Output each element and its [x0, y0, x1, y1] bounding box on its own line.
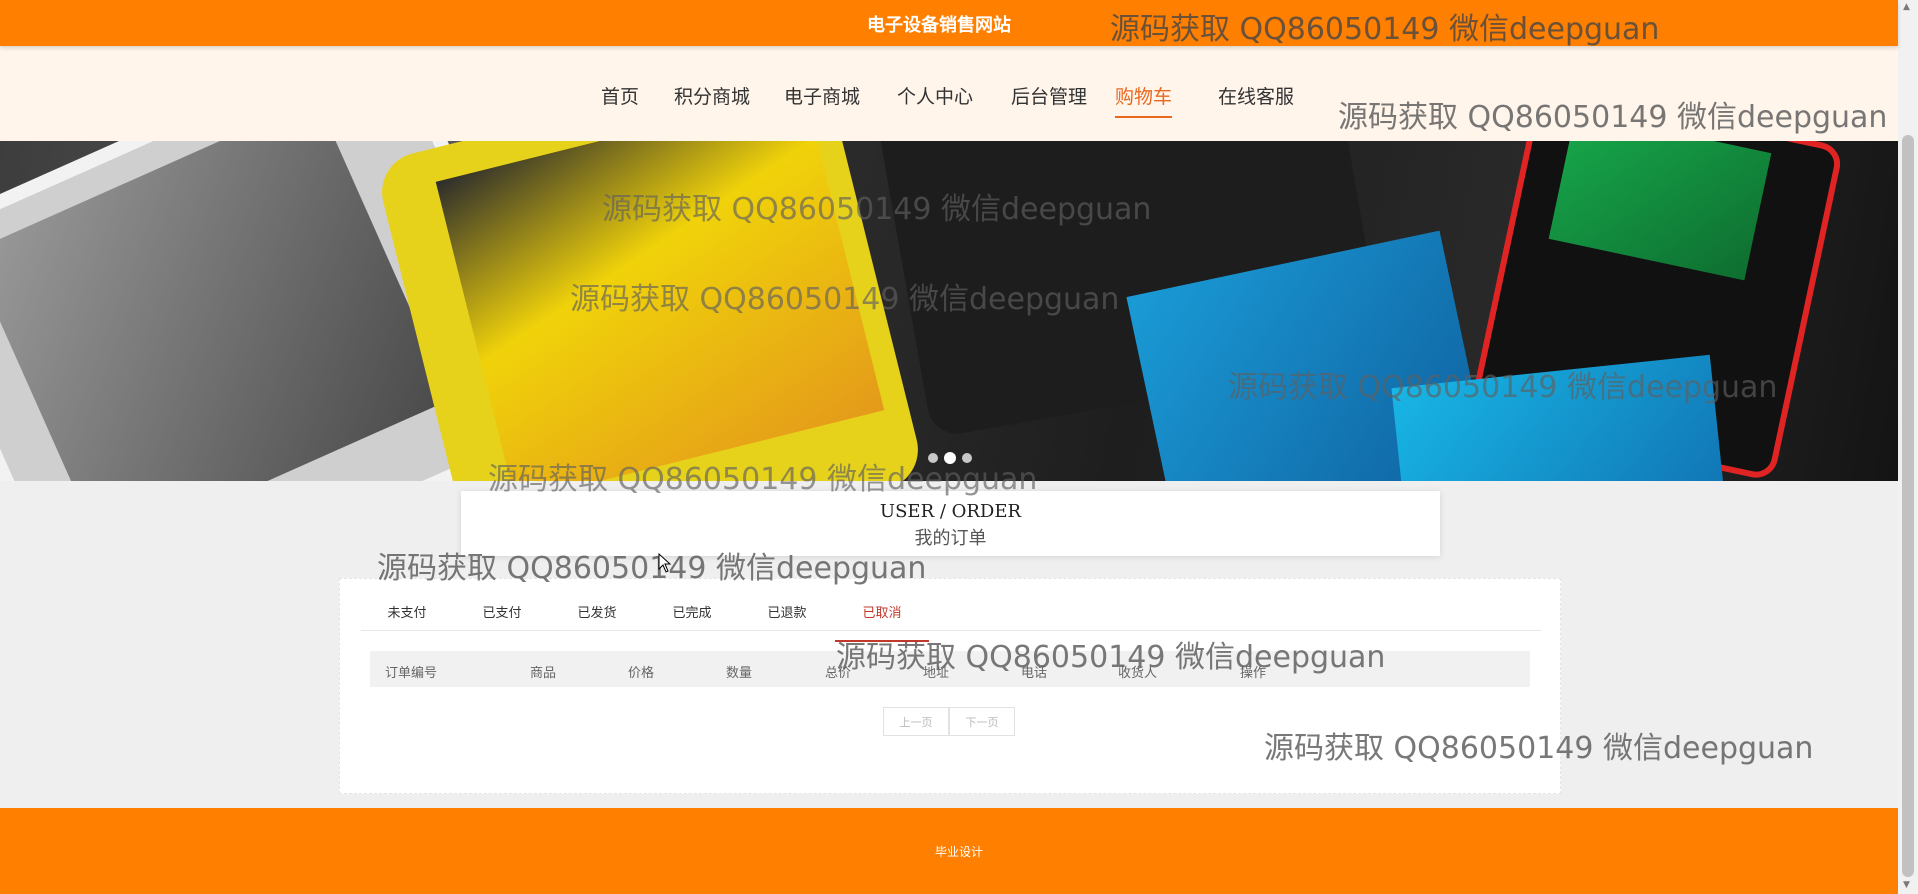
column-address: 地址: [923, 666, 950, 681]
mouse-cursor-icon: [658, 552, 672, 577]
nav-item-personal-center[interactable]: 个人中心: [897, 82, 973, 116]
section-title-card: USER / ORDER 我的订单: [461, 491, 1440, 556]
column-order-no: 订单编号: [385, 666, 438, 681]
carousel-dot-2[interactable]: [944, 452, 956, 464]
column-price: 价格: [628, 666, 655, 681]
tab-completed[interactable]: 已完成: [645, 602, 739, 640]
nav-item-cart[interactable]: 购物车: [1115, 82, 1173, 118]
site-title: 电子设备销售网站: [867, 15, 1011, 36]
carousel-dot-3[interactable]: [962, 453, 972, 463]
main-nav: 首页 积分商城 电子商城 个人中心 后台管理 购物车 在线客服: [0, 46, 1898, 141]
scrollbar-thumb[interactable]: [1902, 135, 1914, 877]
column-product: 商品: [530, 666, 557, 681]
tab-shipped[interactable]: 已发货: [550, 602, 644, 640]
column-phone: 电话: [1021, 666, 1048, 681]
nav-item-admin[interactable]: 后台管理: [1011, 82, 1087, 116]
nav-item-electronics-mall[interactable]: 电子商城: [784, 82, 860, 116]
nav-item-customer-service[interactable]: 在线客服: [1218, 82, 1294, 116]
top-header-bar: 电子设备销售网站: [0, 0, 1898, 46]
tab-paid[interactable]: 已支付: [455, 602, 549, 640]
vertical-scrollbar[interactable]: ▲ ▼: [1898, 0, 1918, 894]
scroll-up-arrow-icon[interactable]: ▲: [1903, 2, 1910, 12]
footer-text: 毕业设计: [934, 845, 983, 859]
section-title-cn: 我的订单: [914, 528, 987, 549]
tab-divider: [361, 630, 1541, 631]
footer: 毕业设计: [0, 808, 1898, 894]
column-receiver: 收货人: [1118, 666, 1158, 681]
scroll-down-arrow-icon[interactable]: ▼: [1903, 880, 1910, 890]
orders-panel: 未支付 已支付 已发货 已完成 已退款 已取消 订单编号 商品 价格 数量 总价…: [339, 578, 1561, 794]
tab-unpaid[interactable]: 未支付: [360, 602, 454, 640]
section-title-en: USER / ORDER: [879, 501, 1022, 522]
nav-item-points-mall[interactable]: 积分商城: [674, 82, 750, 116]
prev-page-button[interactable]: 上一页: [883, 707, 949, 736]
tab-cancelled[interactable]: 已取消: [835, 602, 929, 642]
nav-item-home[interactable]: 首页: [601, 82, 639, 116]
column-quantity: 数量: [726, 666, 753, 681]
tab-refunded[interactable]: 已退款: [740, 602, 834, 640]
orders-table-header: 订单编号 商品 价格 数量 总价 地址 电话 收货人 操作: [370, 651, 1530, 687]
column-actions: 操作: [1240, 666, 1267, 681]
banner-carousel[interactable]: [0, 141, 1898, 481]
carousel-dot-1[interactable]: [928, 453, 938, 463]
next-page-button[interactable]: 下一页: [949, 707, 1015, 736]
column-total: 总价: [825, 666, 852, 681]
